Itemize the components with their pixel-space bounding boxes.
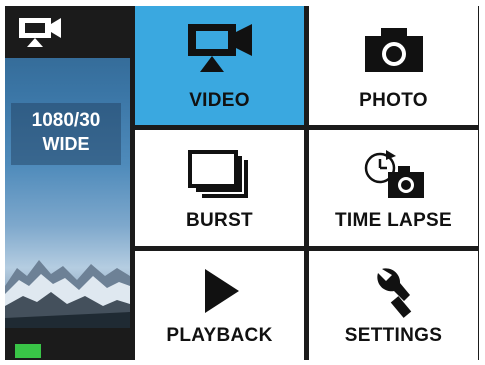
video-camera-icon — [19, 18, 61, 47]
landscape-background — [5, 260, 130, 328]
settings-button[interactable]: SETTINGS — [309, 251, 478, 360]
photo-mode-label: PHOTO — [359, 90, 428, 111]
video-mode-label: VIDEO — [189, 90, 250, 111]
burst-mode-button[interactable]: BURST — [135, 130, 304, 246]
playback-label: PLAYBACK — [166, 325, 273, 346]
wrench-icon — [376, 268, 411, 318]
mode-menu-grid: VIDEO PHOTO BURST TIME LAPSE PLAYBACK SE… — [135, 6, 479, 360]
camera-screen: 1080/30 WIDE VIDEO PHOTO BURST TIME LAPS… — [5, 6, 479, 360]
video-mode-button[interactable]: VIDEO — [135, 6, 304, 125]
burst-mode-label: BURST — [186, 210, 253, 231]
time-lapse-mode-label: TIME LAPSE — [334, 210, 452, 231]
fov-label: WIDE — [42, 134, 90, 154]
playback-button[interactable]: PLAYBACK — [135, 251, 304, 360]
capture-settings: 1080/30 WIDE — [11, 103, 121, 165]
play-icon — [204, 269, 239, 313]
burst-stack-icon — [187, 150, 248, 198]
photo-mode-button[interactable]: PHOTO — [309, 6, 478, 125]
mode-status-panel: 1080/30 WIDE — [5, 6, 130, 360]
settings-label: SETTINGS — [344, 325, 443, 346]
time-lapse-icon — [364, 150, 424, 198]
video-camera-icon — [187, 24, 252, 72]
battery-indicator — [15, 344, 41, 358]
resolution-label: 1080/30 — [31, 110, 101, 131]
camera-icon — [364, 28, 423, 72]
time-lapse-mode-button[interactable]: TIME LAPSE — [309, 130, 478, 246]
